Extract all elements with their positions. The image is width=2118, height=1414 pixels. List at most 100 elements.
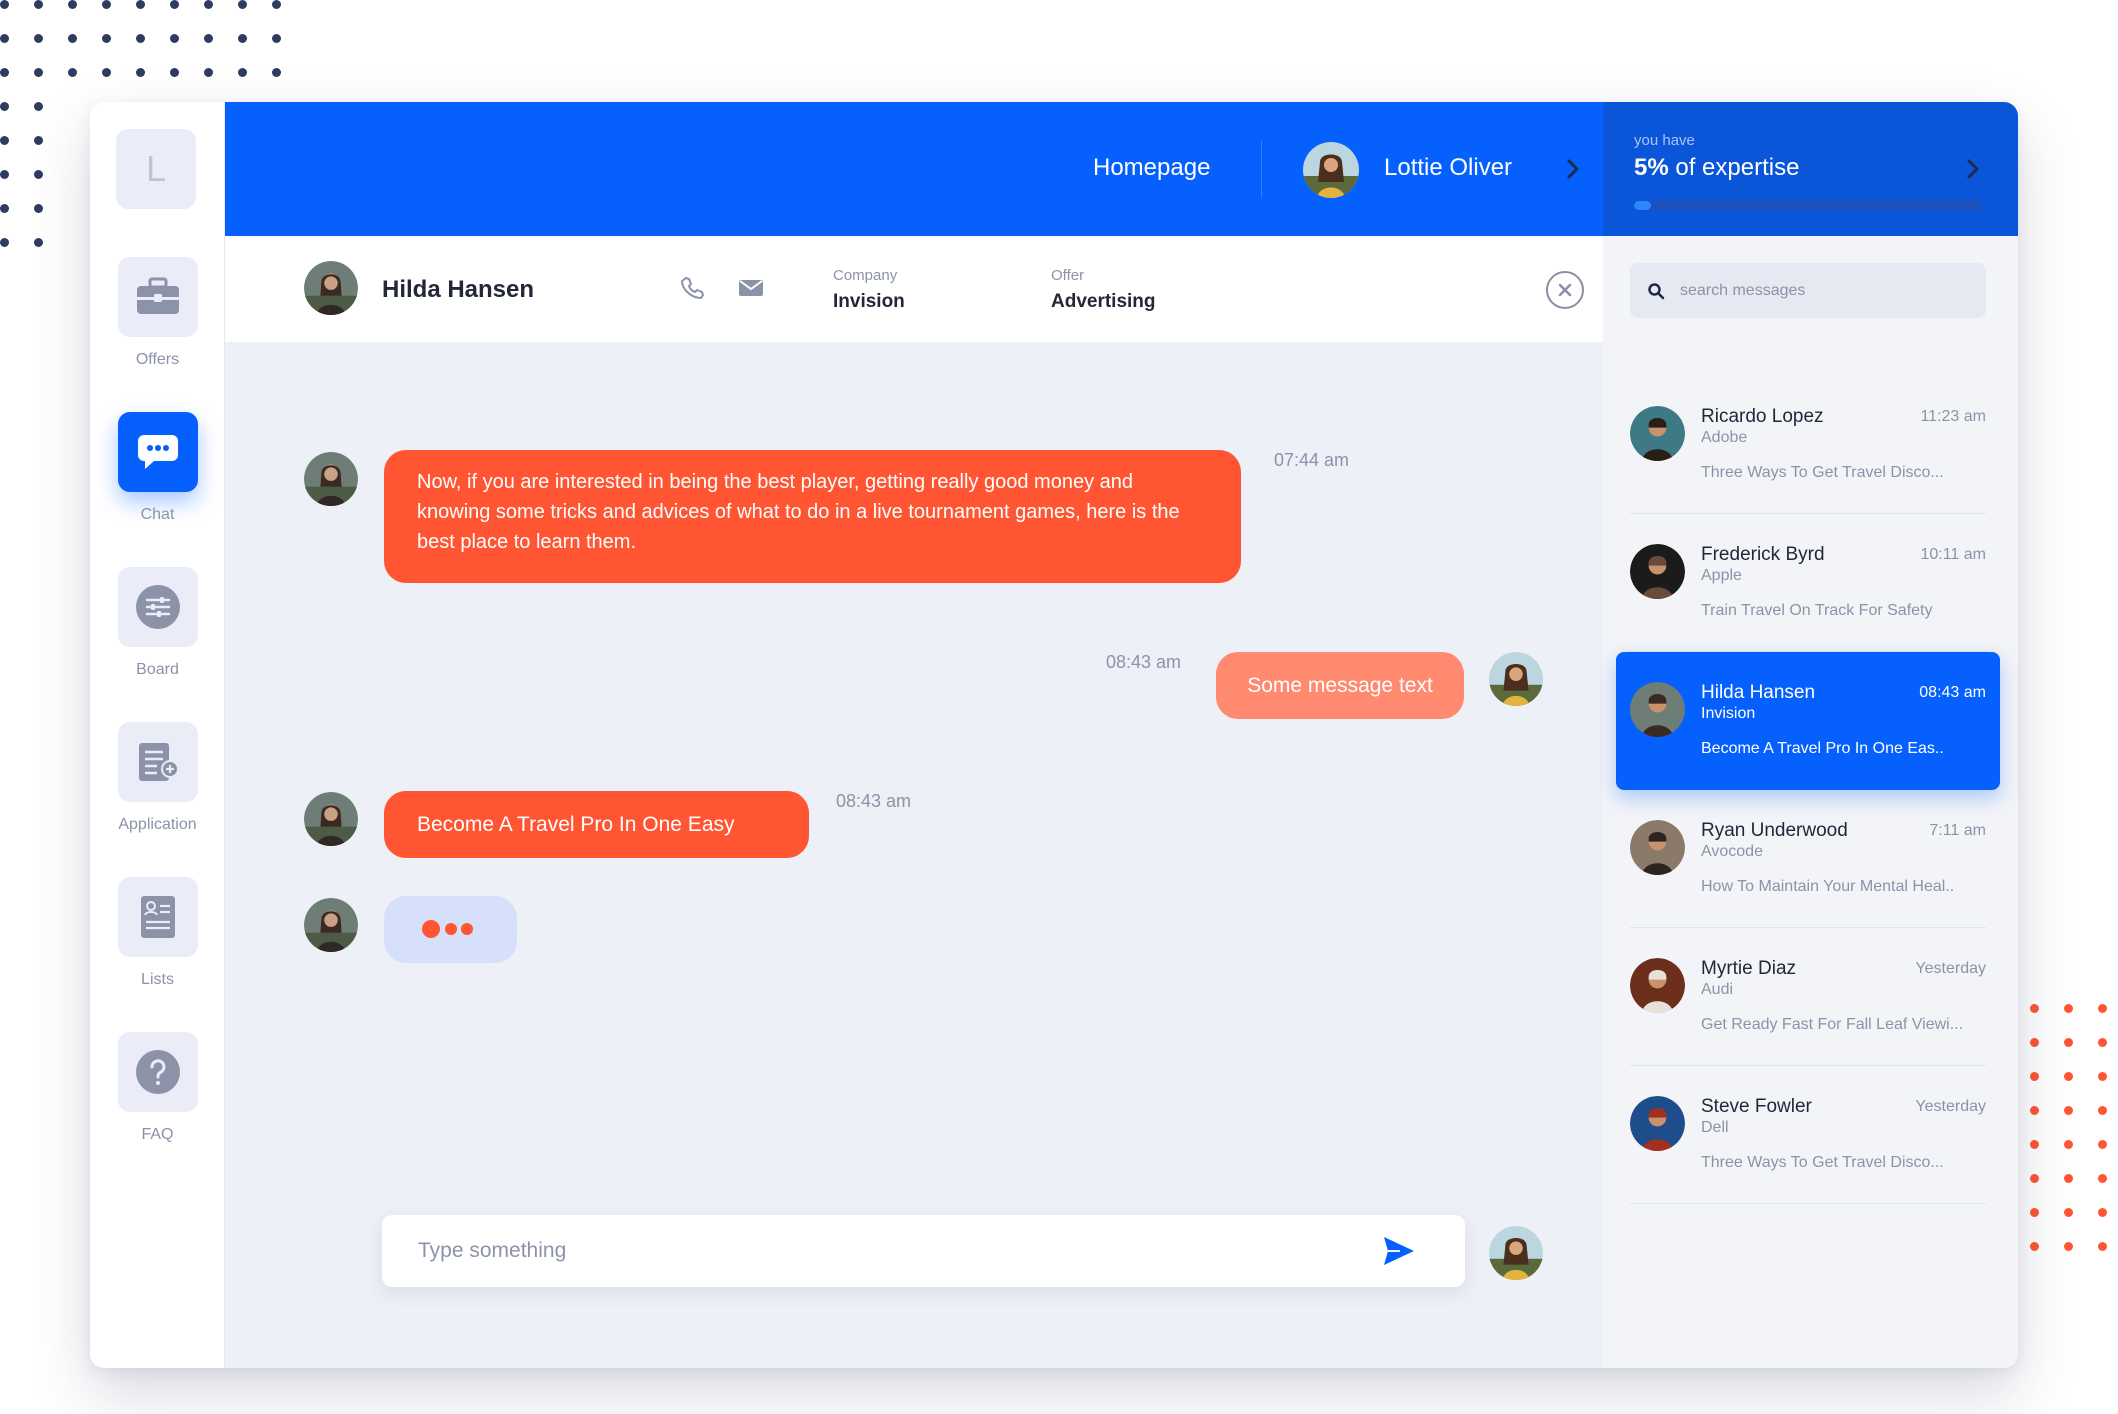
dot: [2064, 1004, 2073, 1013]
contact-bar: Hilda Hansen Company Invision Offer Adve…: [225, 236, 1603, 342]
conversation-company: Invision: [1701, 705, 1756, 722]
dot: [272, 68, 281, 77]
dot: [0, 238, 9, 247]
conversation-name: Frederick Byrd: [1701, 544, 1825, 565]
dot: [136, 68, 145, 77]
search-input[interactable]: [1680, 263, 1970, 318]
dot: [2098, 1208, 2107, 1217]
question-icon: [117, 1032, 198, 1112]
dot: [102, 34, 111, 43]
nav-label-chat: Chat: [140, 506, 175, 523]
user-avatar[interactable]: [1303, 142, 1359, 203]
chevron-right-icon[interactable]: [1565, 158, 1581, 185]
company-value: Invision: [833, 291, 905, 312]
avatar: [1630, 958, 1685, 1013]
dot: [34, 136, 43, 145]
expertise-panel[interactable]: you have 5% of expertise: [1603, 102, 2018, 236]
dot: [170, 0, 179, 9]
dot: [2098, 1242, 2107, 1251]
company-label: Company: [833, 267, 898, 284]
dot: [2098, 1072, 2107, 1081]
dot: [170, 34, 179, 43]
conversation-item[interactable]: Frederick Byrd Apple 10:11 am Train Travel …: [1630, 514, 1986, 652]
dot: [2030, 1106, 2039, 1115]
message-bubble-incoming: Now, if you are interested in being the …: [384, 450, 1241, 583]
typing-indicator: [384, 896, 517, 963]
user-name[interactable]: Lottie Oliver: [1384, 154, 1512, 182]
dot: [238, 68, 247, 77]
conversation-company: Apple: [1701, 567, 1742, 584]
nav-item-board[interactable]: Board: [90, 567, 225, 679]
dot: [102, 68, 111, 77]
conversation-name: Hilda Hansen: [1701, 682, 1816, 703]
conversation-sidebar: Ricardo Lopez Adobe 11:23 am Three Ways To …: [1603, 236, 2018, 1368]
document-add-icon: [117, 722, 198, 802]
chevron-right-icon[interactable]: [1965, 158, 1981, 185]
dot: [34, 204, 43, 213]
nav-item-offers[interactable]: Offers: [90, 257, 225, 369]
dot: [2064, 1242, 2073, 1251]
conversation-time: 7:11 am: [1929, 822, 1986, 839]
dot: [34, 34, 43, 43]
my-avatar: [1489, 1226, 1543, 1280]
contact-avatar[interactable]: [304, 261, 358, 315]
dot: [102, 0, 111, 9]
conversation-item[interactable]: Hilda Hansen Invision 08:43 am Become A Tra…: [1616, 652, 2000, 790]
send-icon[interactable]: [1382, 1235, 1416, 1267]
close-icon[interactable]: [1546, 271, 1584, 309]
mail-icon[interactable]: [738, 279, 764, 302]
conversation-company: Dell: [1701, 1119, 1729, 1136]
conversation-item[interactable]: Steve Fowler Dell Yesterday Three Ways To G…: [1630, 1066, 1986, 1204]
dot: [2098, 1140, 2107, 1149]
dot: [238, 34, 247, 43]
phone-icon[interactable]: [680, 276, 704, 305]
expertise-progress-fill: [1634, 201, 1652, 210]
offer-value: Advertising: [1051, 291, 1156, 312]
conversation-preview: Three Ways To Get Travel Disco...: [1701, 464, 1944, 481]
conversation-item[interactable]: Ricardo Lopez Adobe 11:23 am Three Ways To …: [1630, 376, 1986, 514]
conversation-company: Avocode: [1701, 843, 1763, 860]
app-window: L Offers Chat Board Application Lists FA…: [90, 102, 2018, 1368]
dot: [0, 136, 9, 145]
nav-label-lists: Lists: [141, 971, 174, 988]
conversation-item[interactable]: Myrtie Diaz Audi Yesterday Get Ready Fast F…: [1630, 928, 1986, 1066]
dot: [0, 34, 9, 43]
avatar: [1630, 1096, 1685, 1151]
dot: [34, 68, 43, 77]
expertise-text: 5% of expertise: [1634, 154, 1799, 182]
search-box: [1630, 263, 1986, 318]
avatar: [1630, 682, 1685, 737]
logo[interactable]: L: [116, 129, 196, 209]
conversation-name: Ryan Underwood: [1701, 820, 1848, 841]
dot: [34, 238, 43, 247]
nav-label-offers: Offers: [135, 351, 180, 368]
conversation-time: Yesterday: [1915, 960, 1986, 977]
message-input[interactable]: [418, 1215, 1318, 1287]
dot: [68, 68, 77, 77]
expertise-value: 5%: [1634, 154, 1669, 181]
nav-item-faq[interactable]: FAQ: [90, 1032, 225, 1144]
conversation-item[interactable]: Ryan Underwood Avocode 7:11 am How To Maint…: [1630, 790, 1986, 928]
dot: [2064, 1174, 2073, 1183]
nav-item-chat[interactable]: Chat: [90, 412, 225, 524]
conversation-name: Ricardo Lopez: [1701, 406, 1824, 427]
briefcase-icon: [117, 257, 198, 337]
conversation-company: Adobe: [1701, 429, 1748, 446]
dot: [204, 68, 213, 77]
dot: [2030, 1140, 2039, 1149]
dot: [2098, 1174, 2107, 1183]
contact-avatar: [304, 792, 358, 846]
dot: [2064, 1072, 2073, 1081]
dot: [2064, 1106, 2073, 1115]
nav-item-application[interactable]: Application: [90, 722, 225, 834]
homepage-link[interactable]: Homepage: [1093, 154, 1210, 182]
chat-bubble-icon: [117, 412, 198, 492]
nav-item-lists[interactable]: Lists: [90, 877, 225, 989]
contact-avatar: [304, 452, 358, 506]
logo-letter: L: [145, 148, 167, 189]
expertise-suffix: of expertise: [1675, 154, 1800, 181]
top-header: Homepage Lottie Oliver: [225, 102, 1603, 236]
search-icon: [1647, 282, 1665, 305]
list-card-icon: [117, 877, 198, 957]
dot: [272, 0, 281, 9]
